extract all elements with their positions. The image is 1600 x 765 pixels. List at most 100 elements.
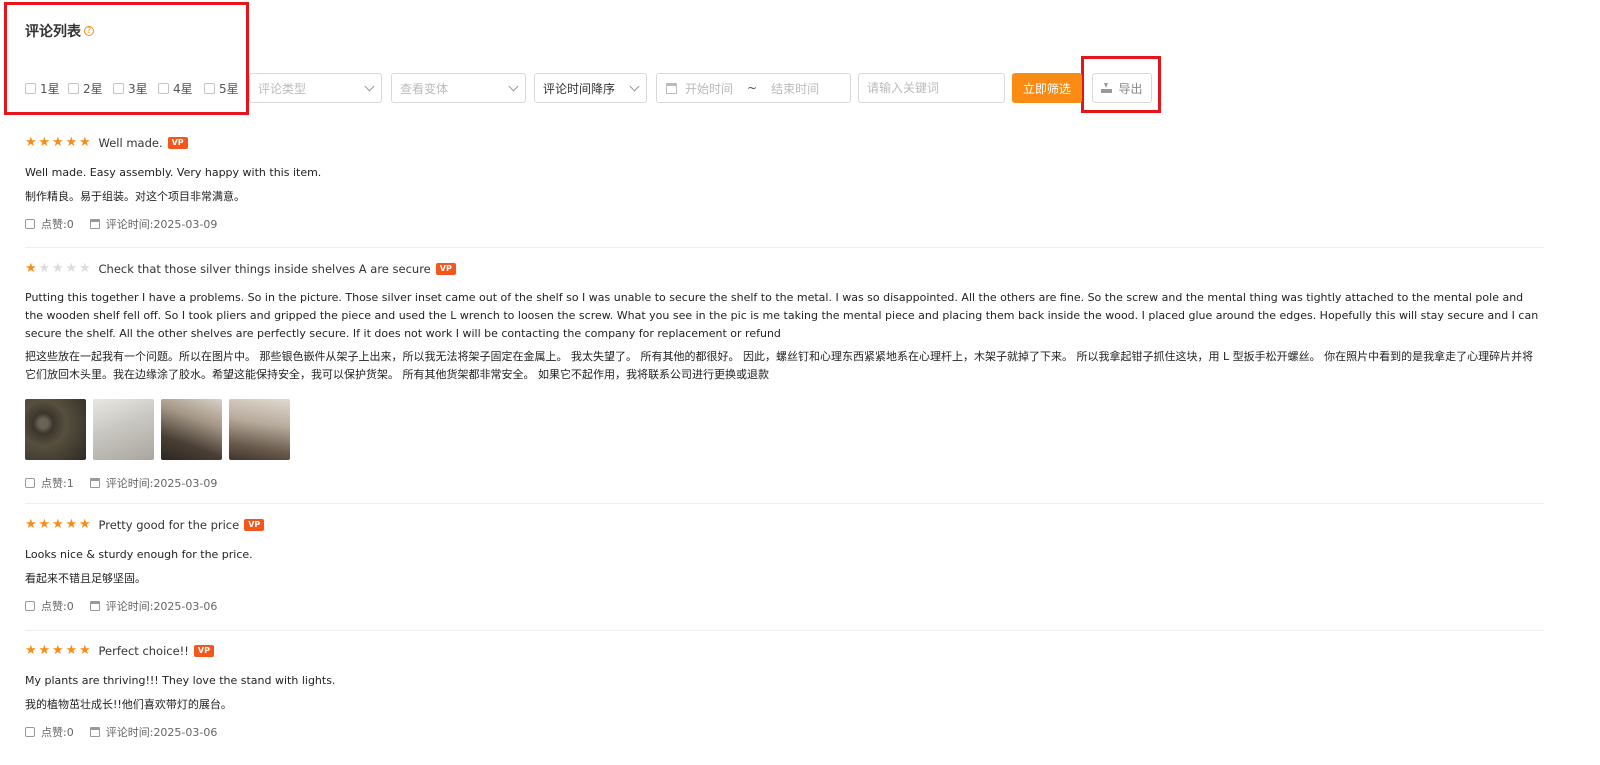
page-title: 评论列表 ? <box>25 21 94 41</box>
vp-badge: VP <box>167 137 188 149</box>
star-empty-icon: ★ <box>38 261 51 276</box>
review-meta: 点赞: 0 评论时间: 2025-03-06 <box>25 599 1544 613</box>
review-photos <box>25 399 1544 460</box>
review-text-cn: 制作精良。易于组装。对这个项目非常满意。 <box>25 190 245 203</box>
star-filled-icon: ★ <box>25 643 37 658</box>
divider <box>25 247 1544 248</box>
question-circle-icon[interactable]: ? <box>84 26 94 36</box>
vp-badge: VP <box>435 263 456 275</box>
review-date: 2025-03-09 <box>153 217 218 231</box>
checkbox-icon[interactable] <box>158 83 169 94</box>
like-count: 0 <box>66 217 74 231</box>
vp-badge: VP <box>193 645 214 657</box>
star-filled-icon: ★ <box>65 643 78 658</box>
checkbox-icon[interactable] <box>25 83 36 94</box>
review-header: ★ ★ ★ ★ ★ Check that those silver things ins… <box>25 261 1544 277</box>
star-filled-icon: ★ <box>38 643 51 658</box>
keyword-input[interactable] <box>858 73 1005 103</box>
rating-stars: ★ ★ ★ ★ ★ <box>25 262 93 276</box>
review-item: ★ ★ ★ ★ ★ Pretty good for the price VP Looks… <box>25 517 1544 613</box>
star-filled-icon: ★ <box>79 135 91 150</box>
review-text-cn: 我的植物茁壮成长!!他们喜欢带灯的展台。 <box>25 698 232 711</box>
star-filter-1[interactable]: 1星 <box>25 80 60 97</box>
review-item: ★ ★ ★ ★ ★ Well made. VP Well made. Easy asse… <box>25 135 1544 231</box>
filter-now-button[interactable]: 立即筛选 <box>1012 73 1082 103</box>
checkbox-icon[interactable] <box>113 83 124 94</box>
review-meta: 点赞: 0 评论时间: 2025-03-06 <box>25 725 1544 739</box>
filter-bar: 1星 2星 3星 4星 5星 评论类型 查看变体 评论时间降序 开始时间 ~ 结… <box>25 73 1585 103</box>
start-date-input[interactable]: 开始时间 <box>685 80 733 97</box>
vp-badge: VP <box>244 519 265 531</box>
review-text-en: Well made. Easy assembly. Very happy wit… <box>25 166 322 179</box>
star-filled-icon: ★ <box>65 517 78 532</box>
chevron-down-icon <box>364 81 375 91</box>
thumbs-up-icon[interactable] <box>25 219 35 229</box>
star-filled-icon: ★ <box>38 135 51 150</box>
page-title-text: 评论列表 <box>25 24 81 40</box>
like-count: 0 <box>66 599 74 613</box>
like-count: 1 <box>66 476 74 490</box>
review-title: Perfect choice!! <box>98 644 189 658</box>
star-filled-icon: ★ <box>25 261 37 276</box>
thumbs-up-icon[interactable] <box>25 478 35 488</box>
star-filter-5[interactable]: 5星 <box>204 80 239 97</box>
review-type-select[interactable]: 评论类型 <box>249 73 382 103</box>
thumbs-up-icon[interactable] <box>25 601 35 611</box>
review-text-en: Looks nice & sturdy enough for the price… <box>25 548 253 561</box>
review-photo[interactable] <box>229 399 290 460</box>
variant-select[interactable]: 查看变体 <box>391 73 526 103</box>
chevron-down-icon <box>629 81 640 91</box>
star-filled-icon: ★ <box>38 517 51 532</box>
star-empty-icon: ★ <box>65 261 78 276</box>
review-item: ★ ★ ★ ★ ★ Check that those silver things ins… <box>25 261 1544 490</box>
calendar-icon <box>666 82 677 94</box>
rating-stars: ★ ★ ★ ★ ★ <box>25 518 93 532</box>
star-filled-icon: ★ <box>25 135 37 150</box>
review-item: ★ ★ ★ ★ ★ Perfect choice!! VP My plants are … <box>25 643 1544 739</box>
star-filled-icon: ★ <box>52 135 64 150</box>
chevron-down-icon <box>508 81 519 91</box>
review-date: 2025-03-06 <box>153 725 218 739</box>
date-range-picker[interactable]: 开始时间 ~ 结束时间 <box>656 73 851 103</box>
export-button-label: 导出 <box>1118 81 1143 96</box>
review-text-en: My plants are thriving!!! They love the … <box>25 674 336 687</box>
calendar-icon <box>89 219 100 229</box>
star-filled-icon: ★ <box>65 135 78 150</box>
thumbs-up-icon[interactable] <box>25 727 35 737</box>
star-filter-4[interactable]: 4星 <box>158 80 193 97</box>
export-button[interactable]: 导出 <box>1092 73 1152 103</box>
star-filled-icon: ★ <box>52 643 64 658</box>
review-text-cn: 看起来不错且足够坚固。 <box>25 572 146 585</box>
review-header: ★ ★ ★ ★ ★ Perfect choice!! VP <box>25 643 1544 659</box>
end-date-input[interactable]: 结束时间 <box>771 80 819 97</box>
sort-select[interactable]: 评论时间降序 <box>534 73 647 103</box>
like-count: 0 <box>66 725 74 739</box>
star-empty-icon: ★ <box>52 261 64 276</box>
review-title: Well made. <box>98 136 163 150</box>
checkbox-icon[interactable] <box>204 83 215 94</box>
review-meta: 点赞: 1 评论时间: 2025-03-09 <box>25 476 1544 490</box>
review-header: ★ ★ ★ ★ ★ Well made. VP <box>25 135 1544 151</box>
calendar-icon <box>89 478 100 488</box>
review-photo[interactable] <box>161 399 222 460</box>
divider <box>25 503 1544 504</box>
star-filter-3[interactable]: 3星 <box>113 80 148 97</box>
review-photo[interactable] <box>25 399 86 460</box>
calendar-icon <box>89 601 100 611</box>
review-title: Pretty good for the price <box>98 518 240 532</box>
review-header: ★ ★ ★ ★ ★ Pretty good for the price VP <box>25 517 1544 533</box>
review-date: 2025-03-06 <box>153 599 218 613</box>
star-filled-icon: ★ <box>79 643 91 658</box>
rating-stars: ★ ★ ★ ★ ★ <box>25 136 93 150</box>
star-filter-2[interactable]: 2星 <box>68 80 103 97</box>
review-photo[interactable] <box>93 399 154 460</box>
checkbox-icon[interactable] <box>68 83 79 94</box>
review-meta: 点赞: 0 评论时间: 2025-03-09 <box>25 217 1544 231</box>
divider <box>25 630 1544 631</box>
star-empty-icon: ★ <box>79 261 91 276</box>
review-text-cn: 把这些放在一起我有一个问题。所以在图片中。 那些银色嵌件从架子上出来，所以我无法… <box>25 350 1534 381</box>
download-icon <box>1101 83 1113 93</box>
star-filled-icon: ★ <box>52 517 64 532</box>
range-separator: ~ <box>747 81 758 95</box>
star-filled-icon: ★ <box>25 517 37 532</box>
